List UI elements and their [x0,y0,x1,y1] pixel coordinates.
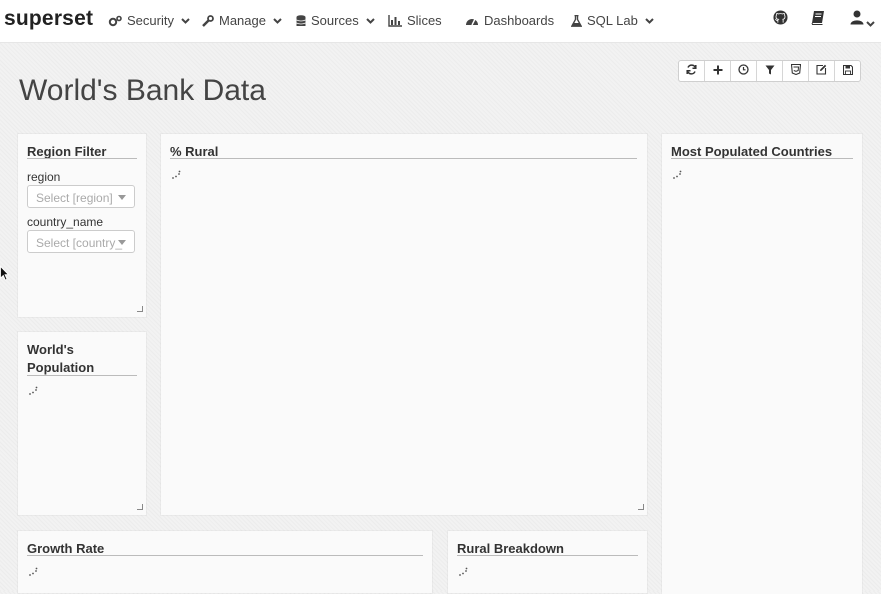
css-button[interactable] [783,61,809,81]
save-button[interactable] [835,61,860,81]
panel-title-divider [27,158,137,159]
region-label: region [27,170,61,184]
chevron-down-icon [273,17,282,24]
auto-refresh-button[interactable] [731,61,757,81]
nav-slices-label: Slices [407,13,442,28]
loading-spinner-icon [673,170,682,179]
edit-button[interactable] [809,61,835,81]
nav-manage[interactable]: Manage [202,13,282,28]
nav-dashboards-label: Dashboards [484,13,555,28]
database-icon [296,14,306,27]
chevron-down-icon [645,17,654,24]
plus-icon [713,62,723,80]
user-icon [850,10,864,29]
panel-rural: % Rural [161,134,647,515]
loading-spinner-icon [459,567,468,576]
panel-title-divider [27,555,423,556]
country-name-select[interactable]: Select [country_ [27,230,135,253]
country-name-label: country_name [27,215,104,229]
nav-sql-lab-label: SQL Lab [587,13,638,28]
country-name-select-placeholder: Select [country_ [36,236,123,250]
nav-sources-label: Sources [311,13,359,28]
panel-title: World's Population [27,341,94,377]
nav-slices[interactable]: Slices [388,13,442,28]
region-select[interactable]: Select [region] [27,185,135,208]
save-icon [842,62,853,80]
nav-sql-lab[interactable]: SQL Lab [571,13,654,28]
book-icon[interactable] [811,10,826,30]
panel-title-divider [671,158,853,159]
filter-icon [765,62,775,80]
resize-handle[interactable] [638,504,644,510]
edit-icon [816,62,827,80]
user-menu[interactable] [850,10,875,30]
wrench-icon [202,14,214,27]
dashboard-controls [678,60,861,82]
brand-logo[interactable]: superset [4,7,93,31]
panel-region-filter: Region Filter region Select [region] cou… [18,134,146,317]
region-select-placeholder: Select [region] [36,191,113,205]
resize-handle[interactable] [137,504,143,510]
caret-down-icon [118,195,126,200]
panel-most-populated-countries: Most Populated Countries [662,134,862,594]
chevron-down-icon [181,17,190,24]
clock-icon [738,62,749,80]
loading-spinner-icon [29,567,38,576]
mouse-cursor-icon [0,266,9,281]
panel-title-divider [457,555,638,556]
refresh-button[interactable] [679,61,705,81]
github-icon[interactable] [773,10,788,30]
resize-handle[interactable] [137,306,143,312]
nav-dashboards[interactable]: Dashboards [465,13,554,28]
top-navbar: superset Security Manage Sources Slices [0,0,881,43]
filters-button[interactable] [757,61,783,81]
panel-rural-breakdown: Rural Breakdown [448,531,647,593]
caret-down-icon [118,240,126,245]
flask-icon [571,14,582,27]
panel-title-divider [170,158,637,159]
chevron-down-icon [365,17,375,24]
chevron-down-icon [866,14,875,32]
loading-spinner-icon [172,170,181,179]
panel-title-divider [27,375,137,376]
add-slice-button[interactable] [705,61,731,81]
bar-chart-icon [388,14,402,27]
refresh-icon [686,62,697,80]
nav-manage-label: Manage [219,13,266,28]
cogs-icon [108,15,122,27]
nav-security[interactable]: Security [108,13,190,28]
panel-world-population: World's Population [18,332,146,515]
dashboard-title: World's Bank Data [19,74,266,107]
nav-security-label: Security [127,13,174,28]
loading-spinner-icon [29,386,38,395]
panel-title-line-1: World's [27,342,74,357]
dashboard-gauge-icon [465,15,479,27]
nav-sources[interactable]: Sources [296,13,375,28]
panel-growth-rate: Growth Rate [18,531,432,593]
css-icon [790,62,801,80]
